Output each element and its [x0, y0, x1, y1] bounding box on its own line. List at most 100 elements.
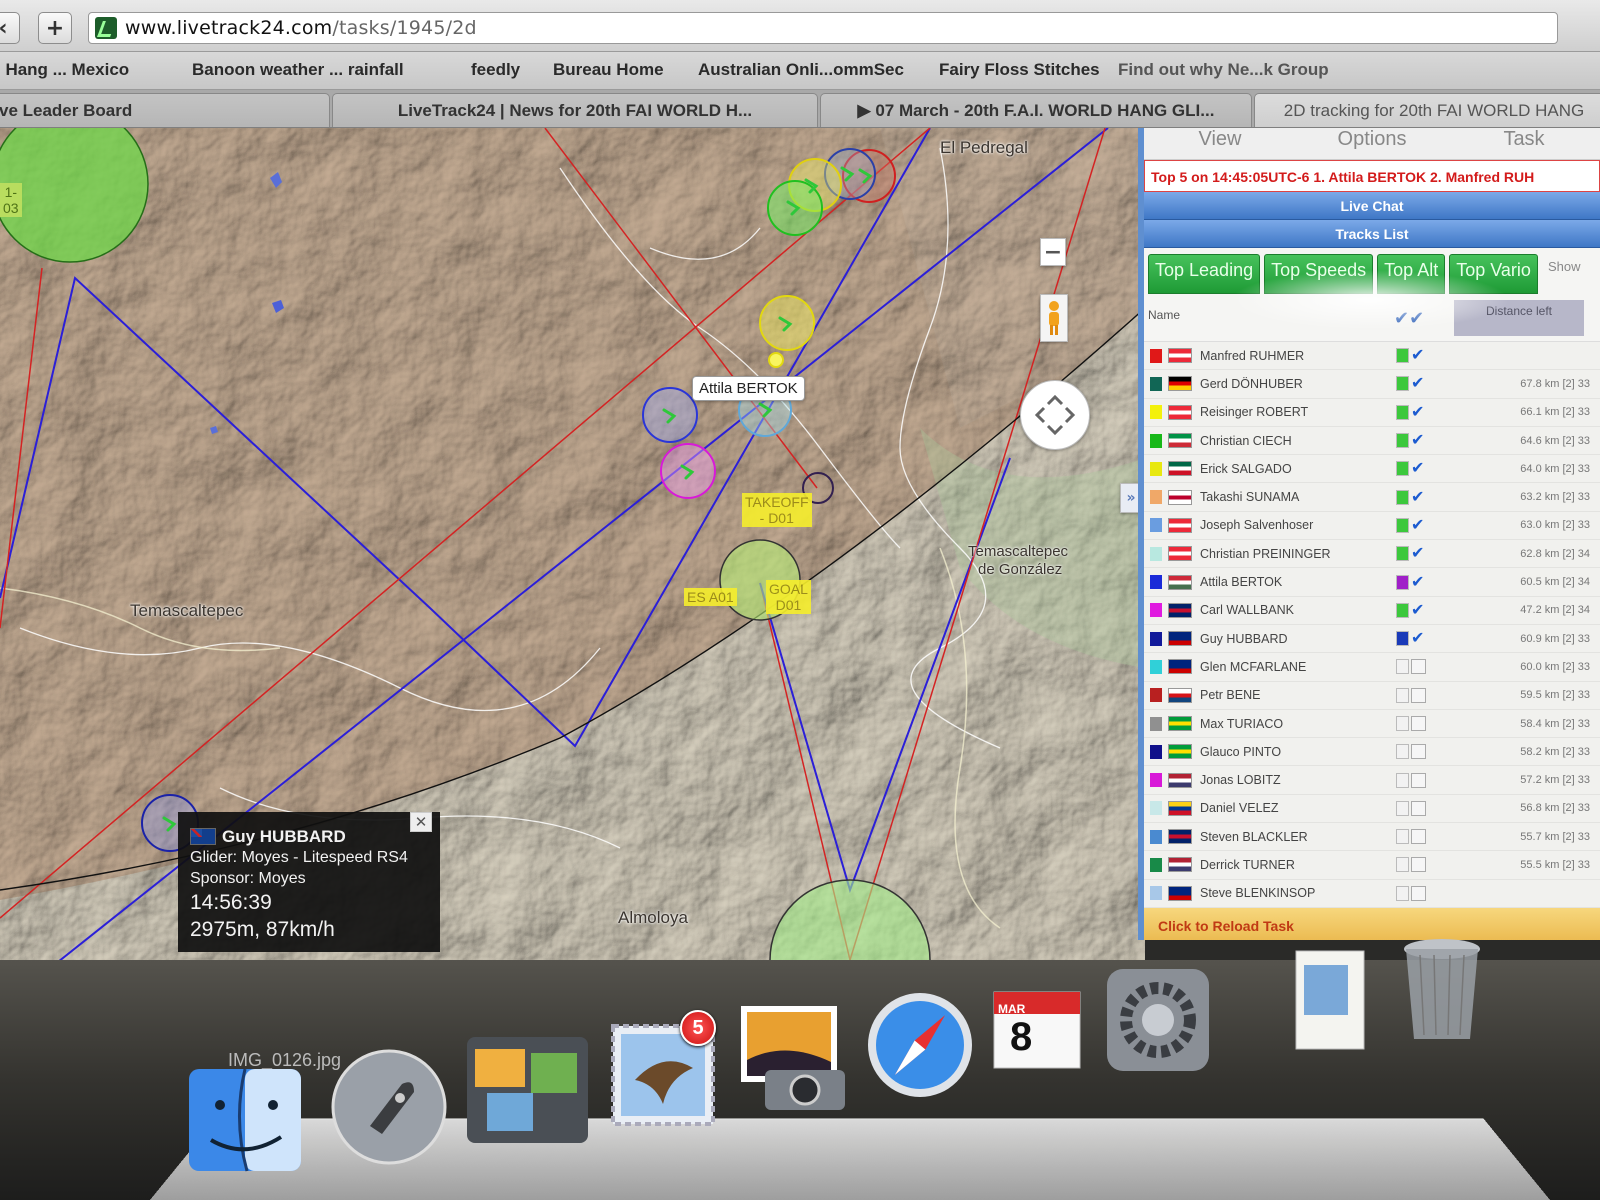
- browser-tab[interactable]: ▶ 07 March - 20th F.A.I. WORLD HANG GLI.…: [820, 93, 1252, 127]
- track-visibility-toggle[interactable]: [1396, 772, 1409, 788]
- menu-view[interactable]: View: [1144, 128, 1296, 159]
- track-checkbox[interactable]: [1411, 744, 1426, 760]
- track-visibility-toggle[interactable]: [1396, 404, 1409, 420]
- track-visibility-toggle[interactable]: [1396, 687, 1409, 703]
- reload-task-button[interactable]: Click to Reload Task: [1144, 907, 1600, 940]
- track-row[interactable]: Gerd DÖNHUBER ✔ 67.8 km [2] 33: [1144, 370, 1600, 399]
- track-visibility-toggle[interactable]: [1396, 659, 1409, 675]
- pilot-name[interactable]: Jonas LOBITZ: [1200, 773, 1390, 787]
- track-checkbox[interactable]: ✔: [1411, 347, 1426, 363]
- track-checkbox[interactable]: [1411, 716, 1426, 731]
- track-visibility-toggle[interactable]: [1396, 433, 1409, 449]
- track-checkbox[interactable]: [1411, 659, 1426, 675]
- menu-options[interactable]: Options: [1296, 128, 1448, 159]
- track-visibility-toggle[interactable]: [1396, 348, 1409, 364]
- pilot-name[interactable]: Gerd DÖNHUBER: [1200, 377, 1390, 391]
- documents-stack-icon[interactable]: [1290, 945, 1370, 1055]
- track-row[interactable]: Attila BERTOK ✔ 60.5 km [2] 34: [1144, 568, 1600, 597]
- pilot-name[interactable]: Derrick TURNER: [1200, 858, 1390, 872]
- pilot-name[interactable]: Steve BLENKINSOP: [1200, 886, 1390, 900]
- pilot-name[interactable]: Petr BENE: [1200, 688, 1390, 702]
- track-row[interactable]: Joseph Salvenhoser ✔ 63.0 km [2] 33: [1144, 512, 1600, 541]
- track-row[interactable]: Derrick TURNER 55.5 km [2] 33: [1144, 851, 1600, 880]
- menu-task[interactable]: Task: [1448, 128, 1600, 159]
- track-row[interactable]: Petr BENE 59.5 km [2] 33: [1144, 682, 1600, 710]
- track-checkbox[interactable]: ✔: [1411, 545, 1426, 561]
- track-visibility-toggle[interactable]: [1396, 517, 1409, 533]
- bookmark-item[interactable]: Fairy Floss Stitches: [939, 60, 1100, 80]
- pilot-name[interactable]: Attila BERTOK: [1200, 575, 1390, 589]
- track-row[interactable]: Daniel VELEZ 56.8 km [2] 33: [1144, 795, 1600, 824]
- bookmark-item[interactable]: Banoon weather ... rainfall: [192, 60, 404, 80]
- track-visibility-toggle[interactable]: [1396, 631, 1409, 647]
- track-row[interactable]: Glauco PINTO 58.2 km [2] 33: [1144, 738, 1600, 767]
- new-tab-button[interactable]: +: [38, 12, 72, 44]
- track-row[interactable]: Takashi SUNAMA ✔ 63.2 km [2] 33: [1144, 483, 1600, 512]
- track-row[interactable]: Christian PREININGER ✔ 62.8 km [2] 34: [1144, 540, 1600, 569]
- pilot-name[interactable]: Glauco PINTO: [1200, 745, 1390, 759]
- calendar-icon[interactable]: [990, 982, 1085, 1072]
- track-row[interactable]: Steve BLENKINSOP: [1144, 880, 1600, 908]
- track-visibility-toggle[interactable]: [1396, 744, 1409, 760]
- track-visibility-toggle[interactable]: [1396, 546, 1409, 562]
- track-row[interactable]: Christian CIECH ✔ 64.6 km [2] 33: [1144, 427, 1600, 456]
- track-checkbox[interactable]: ✔: [1411, 432, 1426, 448]
- finder-icon[interactable]: [185, 1065, 305, 1175]
- track-checkbox[interactable]: [1411, 857, 1426, 873]
- pilot-name[interactable]: Reisinger ROBERT: [1200, 405, 1390, 419]
- pilot-name[interactable]: Manfred RUHMER: [1200, 349, 1390, 363]
- bookmark-item[interactable]: I Hang ... Mexico: [0, 60, 129, 80]
- track-visibility-toggle[interactable]: [1396, 602, 1409, 618]
- pilot-name[interactable]: Joseph Salvenhoser: [1200, 518, 1390, 532]
- back-button[interactable]: ‹: [0, 12, 20, 44]
- popup-close-button[interactable]: ✕: [410, 812, 432, 832]
- bookmark-item[interactable]: Australian Onli...ommSec: [698, 60, 904, 80]
- pilot-name[interactable]: Guy HUBBARD: [1200, 632, 1390, 646]
- track-visibility-toggle[interactable]: [1396, 800, 1409, 816]
- live-chat-bar[interactable]: Live Chat: [1144, 192, 1600, 220]
- track-visibility-toggle[interactable]: [1396, 885, 1409, 901]
- track-visibility-toggle[interactable]: [1396, 461, 1409, 477]
- pilot-name[interactable]: Daniel VELEZ: [1200, 801, 1390, 815]
- track-visibility-toggle[interactable]: [1396, 716, 1409, 731]
- pilot-name[interactable]: Takashi SUNAMA: [1200, 490, 1390, 504]
- pilot-name[interactable]: Erick SALGADO: [1200, 462, 1390, 476]
- tab-top-leading[interactable]: Top Leading: [1148, 254, 1261, 294]
- browser-tab[interactable]: LiveTrack24 | News for 20th FAI WORLD H.…: [332, 93, 818, 127]
- track-checkbox[interactable]: [1411, 687, 1426, 703]
- pilot-name[interactable]: Christian CIECH: [1200, 434, 1390, 448]
- bookmark-item[interactable]: Find out why Ne...k Group: [1118, 60, 1329, 80]
- tracking-map[interactable]: El Pedregal Temascaltepec Temascaltepec …: [0, 128, 1145, 960]
- track-checkbox[interactable]: ✔: [1411, 516, 1426, 533]
- pilot-name[interactable]: Steven BLACKLER: [1200, 830, 1390, 844]
- tab-show[interactable]: Show: [1542, 254, 1587, 294]
- launchpad-icon[interactable]: [330, 1048, 448, 1166]
- bookmark-item[interactable]: Bureau Home: [553, 60, 664, 80]
- track-visibility-toggle[interactable]: [1396, 376, 1409, 392]
- track-checkbox[interactable]: ✔: [1411, 630, 1426, 646]
- tracks-list-bar[interactable]: Tracks List: [1144, 220, 1600, 248]
- safari-icon[interactable]: [865, 990, 975, 1100]
- pilot-name[interactable]: Glen MCFARLANE: [1200, 660, 1390, 674]
- browser-tab[interactable]: ve Leader Board: [0, 93, 330, 127]
- track-row[interactable]: Glen MCFARLANE 60.0 km [2] 33: [1144, 653, 1600, 682]
- track-checkbox[interactable]: ✔: [1411, 403, 1426, 420]
- track-row[interactable]: Max TURIACO 58.4 km [2] 33: [1144, 710, 1600, 739]
- select-all-checkbox[interactable]: ✔✔: [1394, 308, 1424, 329]
- pan-control[interactable]: [1020, 380, 1090, 450]
- bookmark-item[interactable]: feedly: [471, 60, 520, 80]
- street-view-pegman[interactable]: [1040, 294, 1068, 342]
- track-checkbox[interactable]: ✔: [1411, 460, 1426, 476]
- track-row[interactable]: Guy HUBBARD ✔ 60.9 km [2] 33: [1144, 625, 1600, 654]
- tab-top-speeds[interactable]: Top Speeds: [1264, 254, 1374, 294]
- pilot-name[interactable]: Christian PREININGER: [1200, 547, 1390, 561]
- photo-browser-icon[interactable]: [465, 1035, 590, 1145]
- tab-top-vario[interactable]: Top Vario: [1449, 254, 1538, 294]
- track-checkbox[interactable]: ✔: [1411, 573, 1426, 590]
- track-row[interactable]: Carl WALLBANK ✔ 47.2 km [2] 34: [1144, 597, 1600, 625]
- track-visibility-toggle[interactable]: [1396, 829, 1409, 845]
- track-row[interactable]: Reisinger ROBERT ✔ 66.1 km [2] 33: [1144, 399, 1600, 427]
- pilot-name-label[interactable]: Attila BERTOK: [692, 376, 805, 401]
- track-checkbox[interactable]: ✔: [1411, 488, 1426, 505]
- track-visibility-toggle[interactable]: [1396, 574, 1409, 590]
